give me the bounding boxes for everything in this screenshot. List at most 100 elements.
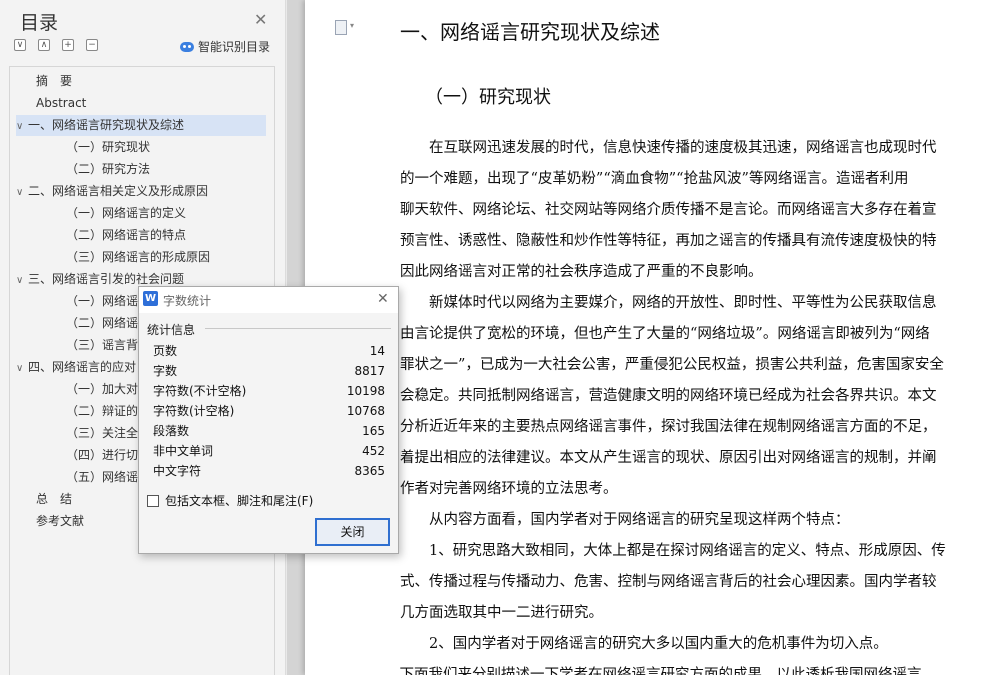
toc-item[interactable]: （一）研究现状: [66, 137, 150, 158]
stat-label: 非中文单词: [153, 444, 214, 458]
toc-item-label: 一、网络谣言研究现状及综述: [28, 118, 185, 132]
stat-label: 页数: [153, 344, 178, 358]
dialog-close-icon[interactable]: ✕: [377, 291, 389, 307]
smart-toc-button[interactable]: 智能识别目录: [180, 38, 270, 55]
toc-item[interactable]: （二）网络谣言的特点: [66, 225, 186, 246]
stat-label: 中文字符: [153, 464, 202, 478]
toc-item[interactable]: 参考文献: [36, 511, 84, 532]
paragraph-line: 从内容方面看，国内学者对于网络谣言的研究呈现这样两个特点：: [400, 512, 850, 528]
sidebar-close-icon[interactable]: ✕: [254, 10, 267, 29]
stat-value: 10768: [346, 404, 385, 418]
toc-item[interactable]: （一）网络谣言的定义: [66, 203, 186, 224]
word-count-dialog: W 字数统计 ✕ 统计信息 页数 14 字数 8817 字符数(不计空格) 10198 字符…: [138, 286, 399, 554]
paragraph-line: 着提出相应的法律建议。本文从产生谣言的现状、原因引出对网络谣言的规制，并阐: [400, 450, 937, 466]
paragraph-line: 罪状之一”，已成为一大社会公害，严重侵犯公民权益，损害公共利益，危害国家安全: [400, 357, 944, 373]
dialog-title: 字数统计: [163, 294, 212, 308]
toc-item-label: （二）研究方法: [66, 162, 151, 176]
paragraph-line: 分析近近年来的主要热点网络谣言事件，探讨我国法律在规制网络谣言方面的不足，: [400, 419, 937, 435]
paragraph-line: 新媒体时代以网络为主要媒介，网络的开放性、即时性、平等性为公民获取信息: [400, 295, 937, 311]
toc-item[interactable]: ∨ 四、网络谣言的应对: [16, 357, 136, 378]
checkbox-box[interactable]: [147, 494, 159, 507]
toc-item[interactable]: ∨ 二、网络谣言相关定义及形成原因: [16, 181, 208, 202]
toc-toolbar: ∨ ∧ + −: [14, 39, 98, 51]
sidebar-title: 目录: [20, 12, 59, 34]
paragraph-line: 式、传播过程与传播动力、危害、控制与网络谣言背后的社会心理因素。国内学者较: [400, 574, 937, 590]
document-page[interactable]: 一、网络谣言研究现状及综述 （一）研究现状 在互联网迅速发展的时代，信息快速传播…: [305, 0, 990, 675]
paragraph-line: 的一个难题，出现了“皮革奶粉”“滴血食物”“抢盐风波”等网络谣言。造谣者利用: [400, 171, 909, 187]
toc-item-label: 参考文献: [36, 514, 85, 528]
stat-value: 8365: [354, 464, 385, 478]
toc-item[interactable]: （三）谣言背: [66, 335, 138, 356]
paragraph-line: 在互联网迅速发展的时代，信息快速传播的速度极其迅速，网络谣言也成现时代: [400, 140, 937, 156]
toc-item-label: （二）网络谣: [66, 316, 139, 330]
stats-group-label: 统计信息: [147, 323, 196, 337]
chevron-down-icon[interactable]: ∨: [16, 116, 28, 137]
stat-label: 字符数(计空格): [153, 404, 235, 418]
collapse-icon[interactable]: ∧: [38, 39, 50, 51]
toc-item[interactable]: （三）关注全: [66, 423, 138, 444]
toc-item-label: （二）辩证的: [66, 404, 139, 418]
toc-item-label: （三）谣言背: [66, 338, 139, 352]
remove-level-icon[interactable]: −: [86, 39, 98, 51]
stat-label: 段落数: [153, 424, 190, 438]
paragraph-line: 会稳定。共同抵制网络谣言，营造健康文明的网络环境已经成为社会各界共识。本文: [400, 388, 937, 404]
stat-row: 字符数(不计空格) 10198: [153, 381, 385, 401]
stat-value: 10198: [346, 384, 385, 398]
stat-label: 字符数(不计空格): [153, 384, 247, 398]
heading-2: （一）研究现状: [425, 87, 551, 108]
toc-item-label: Abstract: [36, 96, 87, 110]
stat-row: 非中文单词 452: [153, 441, 385, 461]
stat-row: 字符数(计空格) 10768: [153, 401, 385, 421]
toc-item[interactable]: （二）研究方法: [66, 159, 150, 180]
toc-item[interactable]: （一）加大对: [66, 379, 138, 400]
stat-value: 452: [362, 444, 385, 458]
toc-item-label: 三、网络谣言引发的社会问题: [28, 272, 185, 286]
paragraph-line: 下面我们来分别描述一下学者在网络谣言研究方面的成果，以此透析我国网络谣言: [385, 667, 922, 675]
toc-item-label: 二、网络谣言相关定义及形成原因: [28, 184, 209, 198]
heading-1: 一、网络谣言研究现状及综述: [400, 20, 660, 44]
toc-item[interactable]: （一）网络谣: [66, 291, 138, 312]
toc-item-label: （四）进行切: [66, 448, 139, 462]
robot-icon: [180, 41, 194, 52]
toc-item[interactable]: （五）网络谣: [66, 467, 138, 488]
include-notes-checkbox[interactable]: 包括文本框、脚注和尾注(F): [147, 492, 313, 509]
toc-item[interactable]: Abstract: [36, 93, 86, 114]
close-button[interactable]: 关闭: [315, 518, 390, 546]
stat-row: 页数 14: [153, 341, 385, 361]
add-level-icon[interactable]: +: [62, 39, 74, 51]
toc-item[interactable]: 摘 要: [36, 71, 72, 92]
expand-icon[interactable]: ∨: [14, 39, 26, 51]
paragraph-line: 作者对完善网络环境的立法思考。: [400, 481, 618, 497]
stat-label: 字数: [153, 364, 178, 378]
stat-value: 8817: [354, 364, 385, 378]
paragraph-line: 1、研究思路大致相同，大体上都是在探讨网络谣言的定义、特点、形成原因、传: [400, 543, 946, 559]
stats-list: 页数 14 字数 8817 字符数(不计空格) 10198 字符数(计空格) 10768 段落数…: [147, 339, 391, 484]
paragraph-line: 由言论提供了宽松的环境，但也产生了大量的“网络垃圾”。网络谣言即被列为“网络: [400, 326, 930, 342]
toc-item-label: （三）网络谣言的形成原因: [66, 250, 211, 264]
chevron-down-icon[interactable]: ∨: [16, 358, 28, 379]
group-divider: [205, 328, 391, 329]
toc-item-label: （一）研究现状: [66, 140, 151, 154]
paragraph-line: 聊天软件、网络论坛、社交网站等网络介质传播不是言论。而网络谣言大多存在着宣: [400, 202, 937, 218]
toc-item[interactable]: （二）辩证的: [66, 401, 138, 422]
paragraph-line: 2、国内学者对于网络谣言的研究大多以国内重大的危机事件为切入点。: [400, 636, 888, 652]
toc-item[interactable]: ∨ 一、网络谣言研究现状及综述: [16, 115, 266, 136]
toc-item[interactable]: （三）网络谣言的形成原因: [66, 247, 210, 268]
stat-row: 段落数 165: [153, 421, 385, 441]
toc-item[interactable]: 总 结: [36, 489, 72, 510]
stat-value: 165: [362, 424, 385, 438]
chevron-down-icon[interactable]: ∨: [16, 270, 28, 291]
dialog-titlebar[interactable]: W 字数统计 ✕: [139, 287, 398, 313]
toc-item-label: （一）加大对: [66, 382, 139, 396]
chevron-down-icon[interactable]: ∨: [16, 182, 28, 203]
toc-item[interactable]: （四）进行切: [66, 445, 138, 466]
toc-item-label: （五）网络谣: [66, 470, 139, 484]
paragraph-line: 因此网络谣言对正常的社会秩序造成了严重的不良影响。: [400, 264, 763, 280]
paragraph-line: 几方面选取其中一二进行研究。: [400, 605, 603, 621]
toc-item-label: 摘 要: [36, 74, 73, 88]
document-icon[interactable]: [335, 20, 354, 35]
toc-item-label: 四、网络谣言的应对: [28, 360, 137, 374]
stat-row: 字数 8817: [153, 361, 385, 381]
toc-item[interactable]: （二）网络谣: [66, 313, 138, 334]
stat-row: 中文字符 8365: [153, 461, 385, 481]
